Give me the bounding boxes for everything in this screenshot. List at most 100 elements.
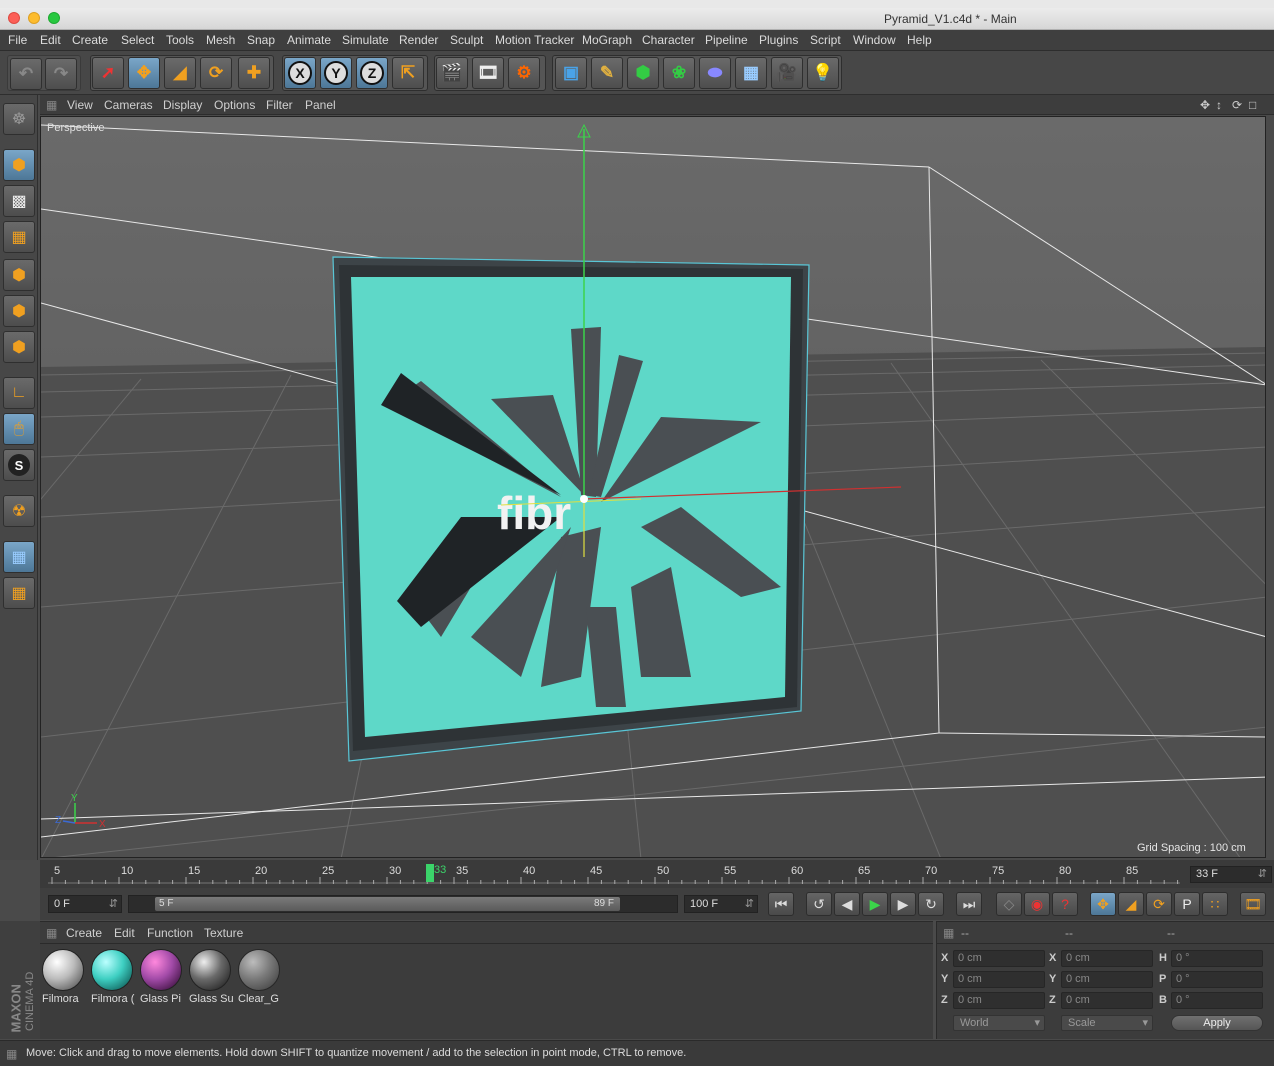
rot-p-field[interactable]: 0 ° (1171, 971, 1263, 988)
previous-frame-icon[interactable]: ◀ (834, 892, 860, 916)
transform-tool-icon[interactable]: ✚ (238, 57, 270, 89)
planar-workplane-icon[interactable]: ▦ (3, 577, 35, 609)
undo-icon[interactable]: ↶ (10, 58, 42, 90)
redo-icon[interactable]: ↷ (45, 58, 77, 90)
menu-motion-tracker[interactable]: Motion Tracker (495, 33, 574, 47)
rotate-tool-icon[interactable]: ⟳ (200, 57, 232, 89)
deformer-icon[interactable]: ⬬ (699, 57, 731, 89)
magnet-icon[interactable]: ☢ (3, 495, 35, 527)
material-swatch[interactable]: Filmora ( (91, 949, 135, 1009)
current-frame-field[interactable]: 33 F ⇵ (1190, 866, 1272, 883)
viewport-pan-icon[interactable]: ✥ (1200, 98, 1210, 112)
menu-snap[interactable]: Snap (247, 33, 275, 47)
viewport-menu-filter[interactable]: Filter (266, 98, 293, 112)
start-frame-field[interactable]: 0 F ⇵ (48, 895, 122, 913)
key-pla-icon[interactable]: ∷ (1202, 892, 1228, 916)
axis-mode-icon[interactable]: ∟ (3, 377, 35, 409)
scale-tool-icon[interactable]: ◢ (164, 57, 196, 89)
tweak-mode-icon[interactable]: 🖱 (3, 413, 35, 445)
z-axis-lock-button[interactable]: Z (356, 57, 388, 89)
subdivision-icon[interactable]: ⬢ (627, 57, 659, 89)
move-tool-icon[interactable]: ✥ (128, 57, 160, 89)
size-mode-select[interactable]: Scale ▾ (1061, 1015, 1153, 1031)
render-view-icon[interactable]: 🎬 (436, 57, 468, 89)
minimize-window-button[interactable] (28, 12, 40, 24)
zoom-window-button[interactable] (48, 12, 60, 24)
viewport-menu-display[interactable]: Display (163, 98, 202, 112)
coordinate-system-icon[interactable]: ⇱ (392, 57, 424, 89)
menu-plugins[interactable]: Plugins (759, 33, 798, 47)
go-to-start-icon[interactable]: ⏮ (768, 892, 794, 916)
3d-viewport[interactable]: fibr Perspective Y Z X Grid Spacing : 10… (40, 116, 1266, 858)
material-swatch[interactable]: Clear_G (238, 949, 282, 1009)
rot-h-field[interactable]: 0 ° (1171, 950, 1263, 967)
snap-icon[interactable]: S (3, 449, 35, 481)
material-menu-texture[interactable]: Texture (204, 926, 243, 940)
end-frame-field[interactable]: 100 F ⇵ (684, 895, 758, 913)
cube-icon[interactable]: ▣ (555, 57, 587, 89)
menu-render[interactable]: Render (399, 33, 438, 47)
material-swatch[interactable]: Glass Pi (140, 949, 184, 1009)
model-mode-icon[interactable]: ⬢ (3, 149, 35, 181)
menu-edit[interactable]: Edit (40, 33, 61, 47)
key-scale-icon[interactable]: ◢ (1118, 892, 1144, 916)
locked-workplane-icon[interactable]: ▦ (3, 541, 35, 573)
material-menu-create[interactable]: Create (66, 926, 102, 940)
apply-button[interactable]: Apply (1171, 1015, 1263, 1031)
menu-mograph[interactable]: MoGraph (582, 33, 632, 47)
keyframe-disabled-icon[interactable]: ◇ (996, 892, 1022, 916)
current-frame-marker[interactable] (426, 864, 434, 882)
key-parameter-icon[interactable]: P (1174, 892, 1200, 916)
next-frame-icon[interactable]: ▶ (890, 892, 916, 916)
menu-select[interactable]: Select (121, 33, 154, 47)
preview-range-slider[interactable]: 5 F 89 F (155, 897, 620, 911)
record-active-icon[interactable]: ◉ (1024, 892, 1050, 916)
size-z-field[interactable]: 0 cm (1061, 992, 1153, 1009)
render-picture-viewer-icon[interactable]: 🎞 (472, 57, 504, 89)
autokey-icon[interactable]: ? (1052, 892, 1078, 916)
edges-mode-icon[interactable]: ⬢ (3, 295, 35, 327)
render-settings-icon[interactable]: ⚙ (508, 57, 540, 89)
viewport-menu-options[interactable]: Options (214, 98, 255, 112)
menu-character[interactable]: Character (642, 33, 695, 47)
camera-icon[interactable]: 🎥 (771, 57, 803, 89)
menu-pipeline[interactable]: Pipeline (705, 33, 748, 47)
menu-simulate[interactable]: Simulate (342, 33, 389, 47)
play-icon[interactable]: ▶ (862, 892, 888, 916)
polygons-mode-icon[interactable]: ⬢ (3, 331, 35, 363)
menu-mesh[interactable]: Mesh (206, 33, 235, 47)
viewport-zoom-icon[interactable]: ↕ (1216, 98, 1222, 112)
timeline-ruler[interactable]: 5 10 15 20 25 30 35 40 45 50 55 60 65 70 75 80 85 33 33 … (40, 860, 1274, 888)
next-key-icon[interactable]: ↻ (918, 892, 944, 916)
key-rotation-icon[interactable]: ⟳ (1146, 892, 1172, 916)
menu-tools[interactable]: Tools (166, 33, 194, 47)
viewport-maximize-icon[interactable]: □ (1249, 98, 1256, 112)
viewport-menu-panel[interactable]: Panel (305, 98, 336, 112)
size-x-field[interactable]: 0 cm (1061, 950, 1153, 967)
menu-create[interactable]: Create (72, 33, 108, 47)
material-swatch[interactable]: Glass Su (189, 949, 233, 1009)
rot-b-field[interactable]: 0 ° (1171, 992, 1263, 1009)
key-position-icon[interactable]: ✥ (1090, 892, 1116, 916)
menu-window[interactable]: Window (853, 33, 896, 47)
frame-object[interactable]: fibr (332, 256, 810, 762)
pos-z-field[interactable]: 0 cm (953, 992, 1045, 1009)
menu-help[interactable]: Help (907, 33, 932, 47)
make-editable-icon[interactable]: ☸ (3, 103, 35, 135)
menu-sculpt[interactable]: Sculpt (450, 33, 483, 47)
menu-script[interactable]: Script (810, 33, 841, 47)
material-swatch[interactable]: Filmora (42, 949, 86, 1009)
select-tool-icon[interactable]: ➚ (92, 57, 124, 89)
coordinate-mode-select[interactable]: World ▾ (953, 1015, 1045, 1031)
y-axis-lock-button[interactable]: Y (320, 57, 352, 89)
pen-icon[interactable]: ✎ (591, 57, 623, 89)
material-menu-function[interactable]: Function (147, 926, 193, 940)
timeline-window-icon[interactable]: 🎞 (1240, 892, 1266, 916)
array-icon[interactable]: ❀ (663, 57, 695, 89)
previous-key-icon[interactable]: ↺ (806, 892, 832, 916)
size-y-field[interactable]: 0 cm (1061, 971, 1153, 988)
preview-range-track[interactable]: 5 F 89 F (128, 895, 678, 913)
gizmo-center[interactable] (580, 495, 588, 503)
go-to-end-icon[interactable]: ⏭ (956, 892, 982, 916)
pos-y-field[interactable]: 0 cm (953, 971, 1045, 988)
